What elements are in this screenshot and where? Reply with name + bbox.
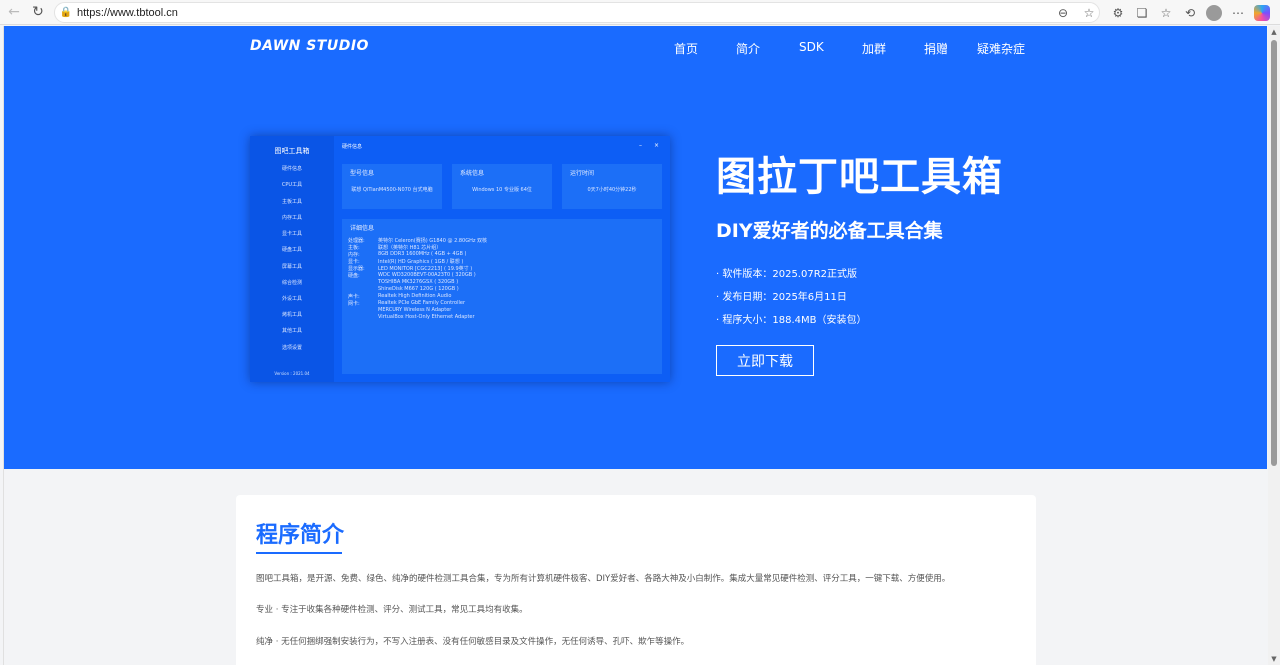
app-sidebar-item: 其他工具 [281,328,302,334]
uptime-value: 0天7小时40分钟22秒 [587,187,637,193]
app-screenshot: 图吧工具箱 硬件信息 CPU工具 主板工具 内存工具 显卡工具 硬盘工具 屏幕工… [250,136,670,382]
reader-icon[interactable]: ⊖ [1055,5,1071,21]
intro-section: 程序简介 图吧工具箱，是开源、免费、绿色、纯净的硬件检测工具合集，专为所有计算机… [236,495,1036,665]
app-sidebar-item: 选项设置 [281,345,302,351]
release-date: · 发布日期：2025年6月11日 [716,292,847,303]
split-screen-icon[interactable]: ❏ [1132,3,1152,23]
model-info-title: 型号信息 [350,170,375,177]
system-info-title: 系统信息 [460,170,485,177]
scroll-up-icon[interactable]: ▲ [1270,28,1278,36]
app-sidebar-item: 屏幕工具 [281,264,302,270]
detail-value: VirtualBox Host-Only Ethernet Adapter [378,314,475,320]
detail-value: Realtek PCIe GbE Family Controller [378,300,466,306]
app-sidebar-title: 图吧工具箱 [274,147,310,155]
profile-avatar[interactable] [1206,5,1222,21]
scrollbar-thumb[interactable] [1271,40,1277,466]
browser-toolbar: ← ↻ 🔒 https://www.tbtool.cn ⊖ ☆ ⚙ ❏ ☆ ⟲ … [0,0,1280,25]
nav-faq[interactable]: 疑难杂症 [977,40,1025,57]
app-sidebar-item: 硬件信息 [281,166,302,172]
address-bar[interactable]: 🔒 https://www.tbtool.cn ⊖ ☆ [54,2,1100,23]
scroll-down-icon[interactable]: ▼ [1270,655,1278,663]
app-window-header: 硬件信息 – × [334,136,670,156]
app-version: Version : 2021.04 [274,371,310,376]
site-logo[interactable]: DAWN STUDIO [250,38,369,54]
back-icon[interactable]: ← [2,0,26,24]
app-sidebar-item: 主板工具 [281,199,302,205]
detail-value: LED MONITOR [CGC2213] ( 19.9英寸 ) [378,266,473,272]
site-info-icon[interactable]: 🔒 [55,7,77,18]
url-text: https://www.tbtool.cn [77,6,178,19]
system-info-card: 系统信息 Windows 10 专业版 64位 [452,164,552,209]
detail-value: Intel(R) HD Graphics ( 1GB / 联想 ) [378,259,464,265]
app-sidebar-item: CPU工具 [281,182,303,188]
nav-home[interactable]: 首页 [674,40,698,57]
history-icon[interactable]: ⟲ [1180,3,1200,23]
detail-value: 英特尔 Celeron(赛扬) G1840 @ 2.80GHz 双核 [378,238,488,244]
app-window-title: 硬件信息 [342,144,363,150]
detail-label: 显卡: [348,259,360,265]
more-menu-icon[interactable]: ⋯ [1228,3,1248,23]
nav-intro[interactable]: 简介 [736,40,760,57]
detail-label: 内存: [348,252,360,258]
detail-value: MERCURY Wireless N Adapter [378,307,452,313]
nav-sdk[interactable]: SDK [799,40,824,54]
page-scrollbar[interactable]: ▲ ▼ [1268,26,1280,665]
intro-paragraph: 图吧工具箱，是开源、免费、绿色、纯净的硬件检测工具合集，专为所有计算机硬件极客、… [256,574,951,584]
detail-value: WDC WD3200BEVT-00A23T0 ( 320GB ) [378,272,476,278]
refresh-icon[interactable]: ↻ [26,0,50,24]
heading-underline [256,552,342,554]
program-size: · 程序大小：188.4MB（安装包） [716,315,867,326]
detail-info-card: 详细信息 处理器: 英特尔 Celeron(赛扬) G1840 @ 2.80GH… [342,219,662,374]
close-icon: × [654,142,660,149]
app-sidebar-item: 硬盘工具 [281,247,302,253]
detail-info-title: 详细信息 [350,225,375,232]
detail-label: 网卡: [348,301,360,307]
uptime-title: 运行时间 [570,170,595,177]
intro-heading: 程序简介 [256,523,345,548]
hero-section: 图吧工具箱 硬件信息 CPU工具 主板工具 内存工具 显卡工具 硬盘工具 屏幕工… [4,69,1267,469]
site-header: DAWN STUDIO 首页 简介 SDK 加群 捐赠 疑难杂症 [4,26,1267,69]
intro-paragraph: 纯净 · 无任何捆绑强制安装行为，不写入注册表、没有任何敏感目录及文件操作，无任… [256,637,690,647]
app-sidebar: 图吧工具箱 硬件信息 CPU工具 主板工具 内存工具 显卡工具 硬盘工具 屏幕工… [250,136,334,382]
nav-donate[interactable]: 捐赠 [924,40,948,57]
app-sidebar-item: 外设工具 [281,296,302,302]
software-version: · 软件版本：2025.07R2正式版 [716,269,858,280]
app-sidebar-item: 显卡工具 [281,231,302,237]
download-button[interactable]: 立即下载 [716,345,814,376]
system-info-value: Windows 10 专业版 64位 [472,187,532,193]
detail-value: Realtek High Definition Audio [378,293,452,299]
model-info-card: 型号信息 联想 QiTianM4500-N070 台式电脑 [342,164,442,209]
extensions-icon[interactable]: ⚙ [1108,3,1128,23]
detail-label: 处理器: [348,238,365,244]
web-page: DAWN STUDIO 首页 简介 SDK 加群 捐赠 疑难杂症 图吧工具箱 硬… [3,26,1267,665]
app-sidebar-item: 烤机工具 [281,312,302,318]
detail-label: 主板: [348,245,360,251]
favorites-icon[interactable]: ☆ [1156,3,1176,23]
detail-value: ShineDisk M667 120G ( 120GB ) [378,286,459,292]
detail-value: TOSHIBA MK3276GSX ( 320GB ) [378,279,459,285]
app-sidebar-item: 综合检测 [281,280,302,286]
copilot-icon[interactable] [1254,5,1270,21]
favorite-star-icon[interactable]: ☆ [1081,5,1097,21]
hero-title: 图拉丁吧工具箱 [716,154,1003,200]
intro-paragraph: 专业 · 专注于收集各种硬件检测、评分、测试工具，常见工具均有收集。 [256,605,528,615]
model-info-value: 联想 QiTianM4500-N070 台式电脑 [351,187,433,193]
detail-label: 显示器: [348,266,365,272]
hero-subtitle: DIY爱好者的必备工具合集 [716,220,943,242]
detail-label: 硬盘: [348,273,360,279]
uptime-card: 运行时间 0天7小时40分钟22秒 [562,164,662,209]
detail-value: 8GB DDR3 1600MHz ( 4GB + 4GB ) [378,251,467,257]
detail-label: 声卡: [348,294,360,300]
minimize-icon: – [639,142,642,149]
nav-join-group[interactable]: 加群 [862,40,886,57]
detail-value: 联想（英特尔 H81 芯片组） [378,245,442,251]
app-sidebar-item: 内存工具 [281,215,302,221]
